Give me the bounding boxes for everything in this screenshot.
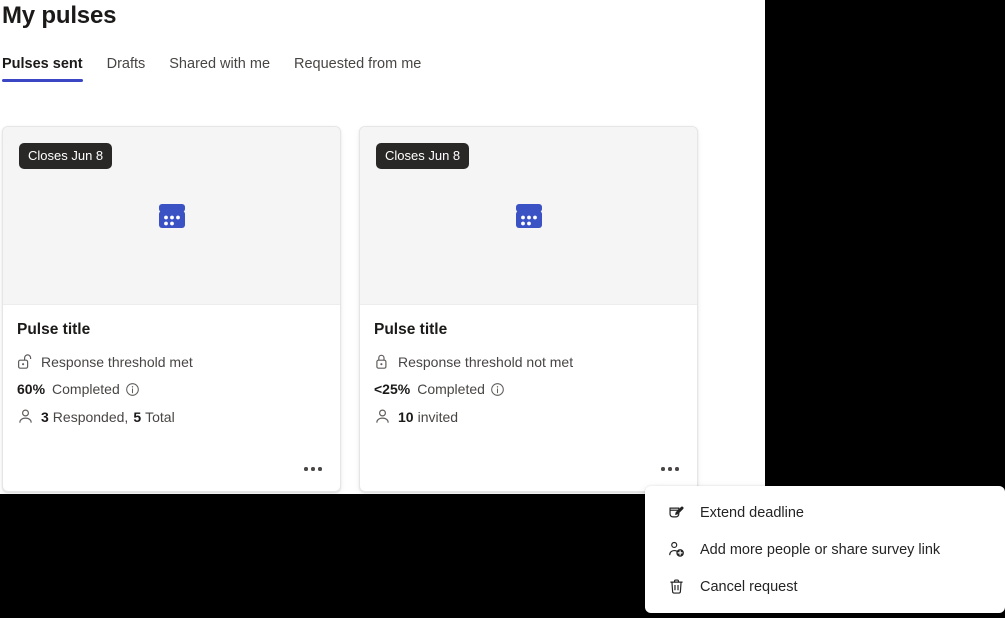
person-icon	[17, 408, 34, 425]
tab-shared-with-me[interactable]: Shared with me	[157, 56, 282, 84]
card-title: Pulse title	[17, 321, 326, 339]
card-more-options-button[interactable]	[298, 456, 328, 482]
respondents-row: 3 Responded, 5 Total	[17, 408, 326, 425]
card-more-options-button[interactable]	[655, 456, 685, 482]
edit-note-icon	[667, 503, 686, 522]
card-title: Pulse title	[374, 321, 683, 339]
trash-icon	[667, 577, 686, 596]
menu-item-extend-deadline[interactable]: Extend deadline	[645, 494, 1005, 531]
invited-count: 10	[398, 409, 414, 425]
dot	[318, 467, 322, 471]
completion-row: 60% Completed	[17, 381, 326, 397]
page-title: My pulses	[2, 2, 116, 30]
unlocked-padlock-icon	[17, 353, 34, 370]
tab-requested-from-me[interactable]: Requested from me	[282, 56, 433, 84]
menu-item-label: Cancel request	[700, 579, 798, 595]
menu-item-add-people-share-link[interactable]: Add more people or share survey link	[645, 531, 1005, 568]
threshold-row: Response threshold met	[17, 353, 326, 370]
card-body: Pulse title Response threshold not met	[360, 305, 697, 492]
info-icon[interactable]	[490, 382, 505, 397]
threshold-text: Response threshold met	[41, 354, 193, 370]
total-count: 5	[133, 409, 141, 425]
person-icon	[374, 408, 391, 425]
completion-label: Completed	[417, 381, 485, 397]
app-surface: My pulses Pulses sent Drafts Shared with…	[0, 0, 765, 494]
card-banner: Closes Jun 8	[3, 127, 340, 305]
pulse-card-grid: Closes Jun 8 Pulse	[2, 126, 698, 492]
tabstrip: Pulses sent Drafts Shared with me Reques…	[0, 56, 433, 84]
closes-badge: Closes Jun 8	[19, 143, 112, 169]
dot	[661, 467, 665, 471]
person-add-icon	[667, 540, 686, 559]
locked-padlock-icon	[374, 353, 391, 370]
dot	[668, 467, 672, 471]
menu-item-cancel-request[interactable]: Cancel request	[645, 568, 1005, 605]
invited-label: invited	[418, 409, 458, 425]
info-icon[interactable]	[125, 382, 140, 397]
pulse-card[interactable]: Closes Jun 8 Pulse	[359, 126, 698, 492]
screen-root: My pulses Pulses sent Drafts Shared with…	[0, 0, 1005, 618]
completion-value: <25%	[374, 381, 410, 397]
menu-item-label: Add more people or share survey link	[700, 542, 940, 558]
invited-row: 10 invited	[374, 408, 683, 425]
calendar-dots-icon	[155, 199, 189, 233]
menu-item-label: Extend deadline	[700, 505, 804, 521]
total-label: Total	[145, 409, 175, 425]
pulse-card[interactable]: Closes Jun 8 Pulse	[2, 126, 341, 492]
calendar-dots-icon	[512, 199, 546, 233]
completion-label: Completed	[52, 381, 120, 397]
dot	[304, 467, 308, 471]
card-context-menu: Extend deadline Add more people or share…	[645, 486, 1005, 613]
threshold-row: Response threshold not met	[374, 353, 683, 370]
card-body: Pulse title Response threshold met	[3, 305, 340, 492]
completion-value: 60%	[17, 381, 45, 397]
respondents-count: 3	[41, 409, 49, 425]
completion-row: <25% Completed	[374, 381, 683, 397]
dot	[675, 467, 679, 471]
card-banner: Closes Jun 8	[360, 127, 697, 305]
closes-badge: Closes Jun 8	[376, 143, 469, 169]
tab-drafts[interactable]: Drafts	[95, 56, 158, 84]
dot	[311, 467, 315, 471]
threshold-text: Response threshold not met	[398, 354, 573, 370]
tab-pulses-sent[interactable]: Pulses sent	[0, 56, 95, 84]
respondents-label: Responded,	[53, 409, 129, 425]
